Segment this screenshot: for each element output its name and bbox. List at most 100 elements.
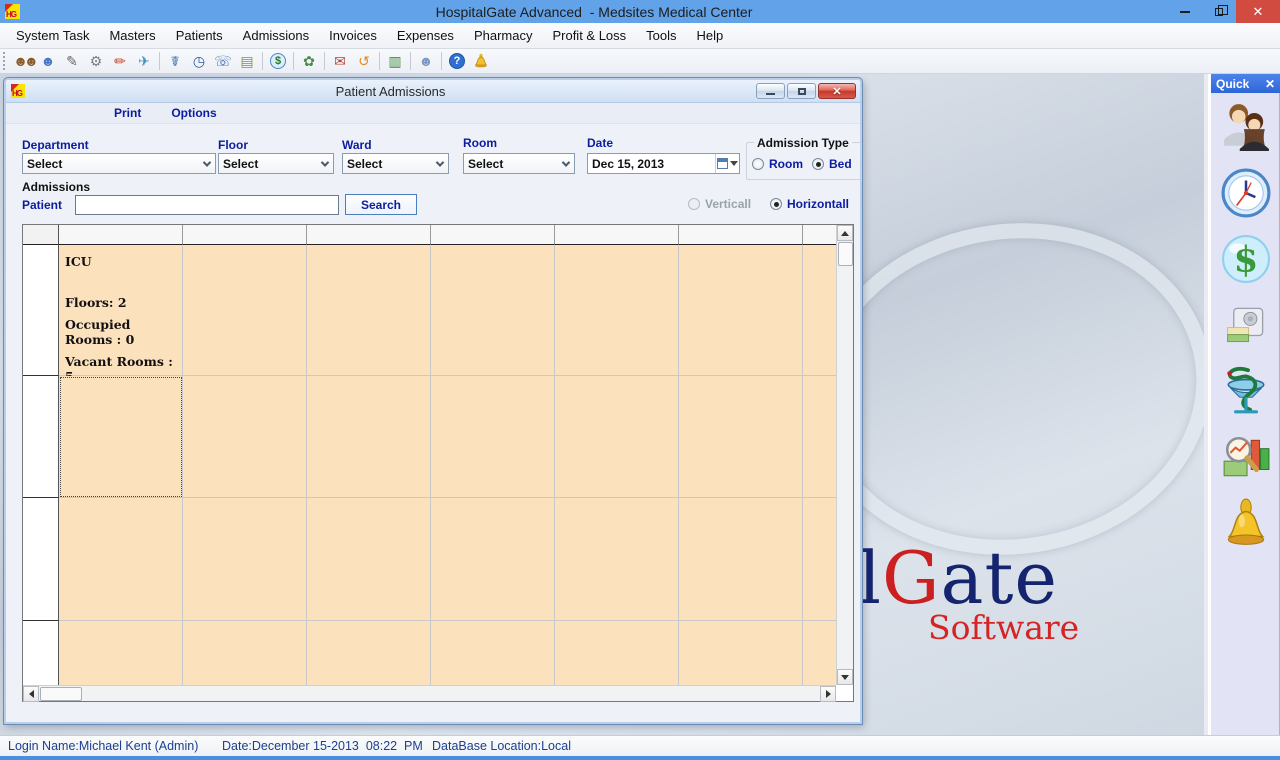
fax-icon[interactable]: ☏ — [211, 51, 235, 72]
close-button[interactable]: ✕ — [1236, 0, 1280, 23]
menu-profit-loss[interactable]: Profit & Loss — [542, 24, 636, 47]
grid-cell[interactable] — [183, 498, 307, 621]
grid-cell[interactable] — [307, 498, 431, 621]
floor-select[interactable]: Select — [218, 153, 334, 174]
admission-type-bed-radio[interactable]: Bed — [812, 157, 852, 171]
grid-corner-cell[interactable] — [23, 225, 59, 245]
grid-cell[interactable] — [307, 245, 431, 376]
grid-cell[interactable] — [183, 621, 307, 685]
grid-cell[interactable] — [307, 376, 431, 498]
grid-row-header[interactable] — [23, 498, 59, 621]
calendar-icon[interactable] — [715, 154, 739, 173]
caduceus-icon[interactable]: ☤ — [163, 51, 187, 72]
grid-cell[interactable] — [803, 498, 836, 621]
child-minimize-button[interactable] — [756, 83, 785, 99]
invoice-icon[interactable]: ▤ — [235, 51, 259, 72]
grid-cell[interactable] — [555, 498, 679, 621]
grid-row-header[interactable] — [23, 245, 59, 376]
sidebar-icon-patients[interactable] — [1220, 101, 1272, 153]
horizontal-scrollbar[interactable] — [23, 685, 836, 701]
horizontal-scroll-thumb[interactable] — [40, 687, 82, 701]
grid-cell[interactable] — [803, 376, 836, 498]
grid-header-cell[interactable] — [431, 225, 555, 245]
scroll-down-button[interactable] — [837, 669, 853, 685]
grid-cell[interactable] — [679, 245, 803, 376]
grid-cell[interactable] — [183, 376, 307, 498]
date-picker[interactable]: Dec 15, 2013 — [587, 153, 740, 174]
vertical-scrollbar[interactable] — [836, 225, 853, 685]
grid-header-cell[interactable] — [307, 225, 431, 245]
room-select[interactable]: Select — [463, 153, 575, 174]
child-titlebar[interactable]: HG Patient Admissions ✕ — [6, 80, 860, 103]
child-close-button[interactable]: ✕ — [818, 83, 856, 99]
mail-icon[interactable]: ✉ — [328, 51, 352, 72]
grid-cell[interactable] — [803, 621, 836, 685]
grid-cell[interactable] — [59, 498, 183, 621]
sidebar-icon-schedule[interactable] — [1220, 167, 1272, 219]
quick-close-icon[interactable]: ✕ — [1265, 77, 1275, 91]
child-menu-options[interactable]: Options — [171, 106, 216, 120]
grid-cell[interactable] — [555, 245, 679, 376]
admission-type-room-radio[interactable]: Room — [752, 157, 803, 171]
sidebar-icon-reports[interactable] — [1220, 431, 1272, 483]
grid-cell[interactable] — [307, 621, 431, 685]
clock-icon[interactable]: ◷ — [187, 51, 211, 72]
herb-icon[interactable]: ✿ — [297, 51, 321, 72]
grid-header-cell[interactable] — [183, 225, 307, 245]
bell-icon[interactable] — [469, 51, 493, 72]
grid-header-cell[interactable] — [59, 225, 183, 245]
help-icon[interactable]: ? — [445, 51, 469, 72]
patient-search-input[interactable] — [75, 195, 339, 215]
undo-icon[interactable]: ↺ — [352, 51, 376, 72]
grid-header-cell[interactable] — [679, 225, 803, 245]
grid-header-cell[interactable] — [555, 225, 679, 245]
sidebar-icon-alerts[interactable] — [1220, 497, 1272, 549]
marker-icon[interactable]: ✏ — [108, 51, 132, 72]
child-menu-print[interactable]: Print — [114, 106, 141, 120]
menu-system-task[interactable]: System Task — [6, 24, 99, 47]
menu-help[interactable]: Help — [687, 24, 734, 47]
scroll-left-button[interactable] — [23, 686, 39, 702]
menu-masters[interactable]: Masters — [99, 24, 165, 47]
child-maximize-button[interactable] — [787, 83, 816, 99]
transport-icon[interactable]: ✈ — [132, 51, 156, 72]
grid-cell[interactable] — [431, 376, 555, 498]
horizontal-orientation-radio[interactable]: Horizontall — [770, 197, 849, 211]
search-button[interactable]: Search — [345, 194, 417, 215]
report-icon[interactable]: ▥ — [383, 51, 407, 72]
menu-pharmacy[interactable]: Pharmacy — [464, 24, 543, 47]
grid-cell[interactable] — [183, 245, 307, 376]
grid-cell[interactable] — [679, 376, 803, 498]
menu-expenses[interactable]: Expenses — [387, 24, 464, 47]
grid-cell[interactable] — [59, 621, 183, 685]
grid-row-header[interactable] — [23, 376, 59, 498]
equipment-icon[interactable]: ⚙ — [84, 51, 108, 72]
grid-row-header[interactable] — [23, 621, 59, 685]
menu-admissions[interactable]: Admissions — [233, 24, 319, 47]
grid-header-cell[interactable] — [803, 225, 836, 245]
dollar-icon[interactable]: $ — [266, 51, 290, 72]
ward-select[interactable]: Select — [342, 153, 449, 174]
menu-tools[interactable]: Tools — [636, 24, 686, 47]
minimize-button[interactable] — [1168, 0, 1202, 23]
grid-cell[interactable] — [679, 498, 803, 621]
restore-button[interactable] — [1202, 0, 1236, 23]
vertical-scroll-thumb[interactable] — [838, 242, 853, 266]
signature-icon[interactable]: ✎ — [60, 51, 84, 72]
scroll-up-button[interactable] — [837, 225, 853, 241]
scroll-right-button[interactable] — [820, 686, 836, 702]
grid-cell-selected[interactable] — [59, 376, 183, 498]
grid-cell[interactable] — [431, 498, 555, 621]
sidebar-icon-billing[interactable]: $ — [1220, 233, 1272, 285]
sidebar-icon-expenses[interactable] — [1220, 299, 1272, 351]
sidebar-icon-pharmacy[interactable] — [1220, 365, 1272, 417]
grid-cell[interactable] — [803, 245, 836, 376]
grid-cell[interactable] — [431, 621, 555, 685]
grid-cell[interactable] — [431, 245, 555, 376]
department-select[interactable]: Select — [22, 153, 216, 174]
patients-pair-icon[interactable]: ☻☻ — [12, 51, 36, 72]
toolbar-grip[interactable] — [3, 52, 8, 70]
grid-cell[interactable] — [679, 621, 803, 685]
menu-invoices[interactable]: Invoices — [319, 24, 387, 47]
staff-icon[interactable]: ☻ — [414, 51, 438, 72]
